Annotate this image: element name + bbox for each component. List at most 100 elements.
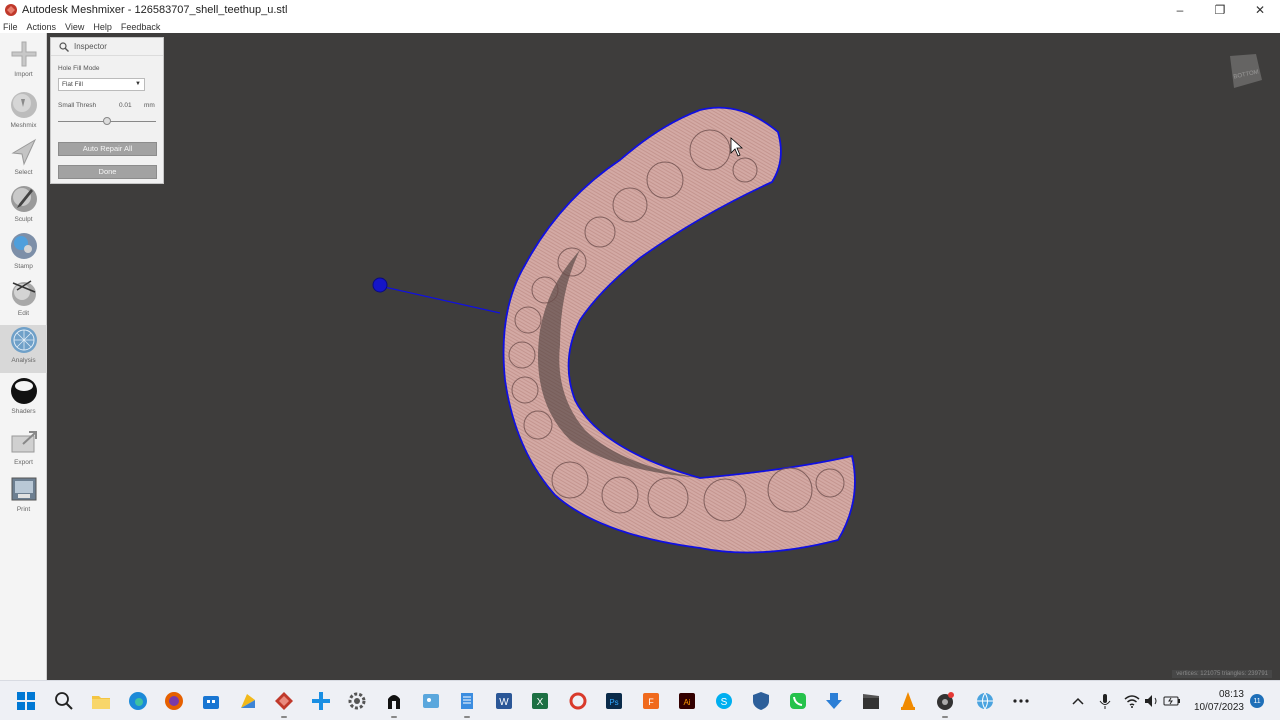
taskbar-excel[interactable]: X [528,689,552,713]
search-icon [55,692,73,710]
taskbar-globe-app[interactable] [973,689,997,713]
tray-overflow[interactable] [1066,689,1090,713]
clock-date: 10/07/2023 [1193,702,1244,713]
minimize-button[interactable]: – [1160,0,1200,20]
windows-logo-icon [17,692,35,710]
small-thresh-slider-handle[interactable] [103,117,111,125]
menu-feedback[interactable]: Feedback [121,22,161,32]
hole-fill-mode-label: Hole Fill Mode [58,65,100,72]
tool-sculpt[interactable]: Sculpt [0,184,47,232]
snipping-tool-icon [423,694,439,708]
3d-viewport[interactable]: vertices: 121075 triangles: 239791 [47,33,1280,680]
taskbar-notepad[interactable] [455,689,479,718]
tool-meshmix[interactable]: Meshmix [0,90,47,138]
app-ring-icon [569,692,587,710]
taskbar-app-shield[interactable] [749,689,773,713]
clock[interactable]: 08:13 10/07/2023 [1194,688,1244,714]
menu-actions[interactable]: Actions [27,22,57,32]
taskbar-skype[interactable]: S [712,689,736,713]
menu-file[interactable]: File [3,22,18,32]
view-cube[interactable]: BOTTOM [1222,52,1264,92]
tool-edit[interactable]: Edit [0,278,47,326]
tool-shaders[interactable]: Shaders [0,376,47,424]
taskbar-app-blue[interactable] [309,689,333,713]
tool-analysis[interactable]: Analysis [0,325,47,373]
restore-button[interactable]: ❐ [1200,0,1240,20]
folder-icon [92,696,110,709]
taskbar-file-explorer[interactable] [89,689,113,713]
taskbar-more[interactable] [1009,689,1033,713]
taskbar-recorder[interactable] [933,689,957,718]
svg-text:Ai: Ai [683,698,690,707]
record-icon [937,692,954,710]
globe-icon [977,692,993,710]
chevron-down-icon: ▼ [135,81,141,87]
taskbar-app-black[interactable] [382,689,406,718]
taskbar-vlc[interactable] [896,689,920,713]
taskbar-meshmixer[interactable] [272,689,296,718]
hole-marker[interactable] [372,277,388,293]
title-bar: Autodesk Meshmixer - 126583707_shell_tee… [0,0,1280,20]
search-button[interactable] [52,689,76,713]
menu-help[interactable]: Help [93,22,112,32]
tool-print[interactable]: Print [0,474,47,522]
svg-text:W: W [499,697,509,708]
start-button[interactable] [14,689,38,713]
taskbar-edge[interactable] [126,689,150,713]
done-button[interactable]: Done [58,165,157,179]
taskbar-app-red[interactable] [566,689,590,713]
excel-icon: X [532,693,548,709]
running-indicator [942,716,948,718]
taskbar-firefox[interactable] [162,689,186,713]
illustrator-icon: Ai [679,693,695,709]
shaders-sphere-icon [10,378,37,404]
taskbar: W X Ps F Ai S 08:13 10/07/2023 11 [0,680,1280,720]
auto-repair-all-button[interactable]: Auto Repair All [58,142,157,156]
taskbar-snipping[interactable] [419,689,443,713]
tray-battery[interactable] [1160,689,1184,713]
taskbar-files[interactable] [236,689,260,713]
tool-import[interactable]: Import [0,39,47,87]
taskbar-illustrator[interactable]: Ai [675,689,699,713]
notification-center[interactable]: 11 [1245,689,1269,713]
taskbar-app-green[interactable] [786,689,810,713]
clapperboard-icon [863,694,879,709]
taskbar-settings[interactable] [345,689,369,713]
download-arrow-icon [826,693,842,709]
hole-fill-mode-select[interactable]: Flat Fill ▼ [58,78,145,91]
mesh-stats: vertices: 121075 triangles: 239791 [1172,670,1272,678]
meshmixer-app-icon [5,4,17,16]
tool-stamp[interactable]: Stamp [0,231,47,279]
store-bag-icon [203,696,219,709]
tool-export[interactable]: Export [0,427,47,475]
mesh-scene[interactable] [47,33,1280,680]
menu-view[interactable]: View [65,22,84,32]
window-title: Autodesk Meshmixer - 126583707_shell_tee… [22,4,288,16]
notification-count: 11 [1253,697,1261,705]
vlc-cone-icon [901,692,915,710]
plus-icon [11,41,36,67]
running-indicator [391,716,397,718]
running-indicator [464,716,470,718]
taskbar-word[interactable]: W [492,689,516,713]
taskbar-video-editor[interactable] [859,689,883,713]
svg-text:Ps: Ps [609,698,618,707]
running-indicator [281,716,287,718]
close-button[interactable]: ✕ [1240,0,1280,20]
window-controls: – ❐ ✕ [1160,0,1280,20]
skype-icon: S [716,693,732,709]
tool-select[interactable]: Select [0,137,47,185]
small-thresh-value: 0.01 [119,102,132,109]
magnifier-icon [59,41,69,52]
more-dots-icon [1013,699,1029,703]
tray-microphone[interactable] [1093,689,1117,713]
inspector-panel: Inspector Hole Fill Mode Flat Fill ▼ Sma… [50,37,164,184]
taskbar-downloader[interactable] [822,689,846,713]
taskbar-store[interactable] [199,689,223,713]
speaker-icon [1145,695,1157,707]
clock-time: 08:13 [1218,689,1244,700]
taskbar-fusion[interactable]: F [639,689,663,713]
gear-icon [348,692,366,710]
firefox-icon [165,692,183,710]
taskbar-photoshop[interactable]: Ps [602,689,626,713]
